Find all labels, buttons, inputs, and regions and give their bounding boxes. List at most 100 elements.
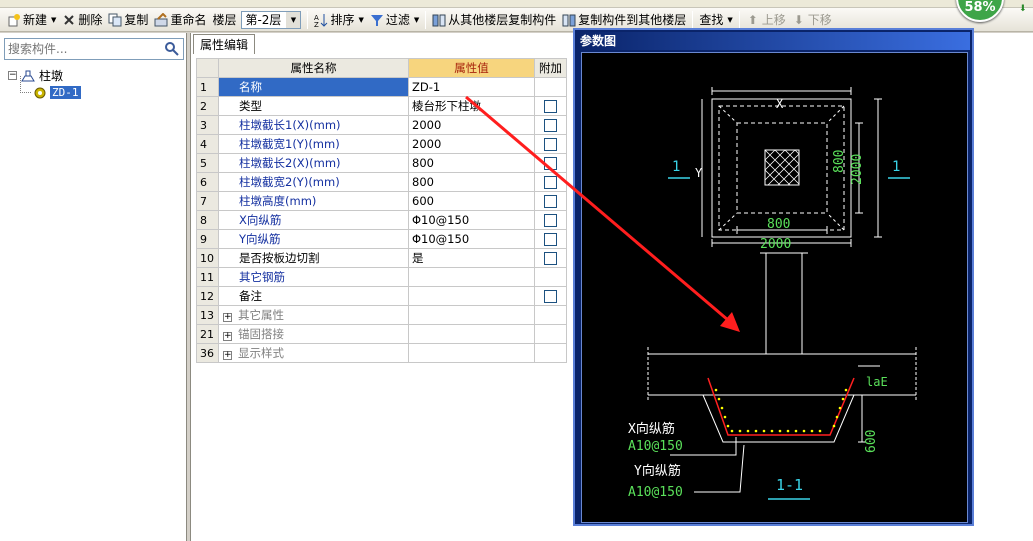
section-mark-left: 1 (672, 159, 681, 175)
property-value[interactable] (408, 286, 535, 306)
property-row[interactable]: 10 是否按板边切割 是 (196, 248, 567, 268)
property-name: + 其它属性 (218, 305, 409, 325)
floor-label: 楼层 (212, 13, 237, 27)
chevron-down-icon[interactable]: ▼ (286, 11, 301, 28)
property-value[interactable] (408, 305, 535, 325)
find-button[interactable]: 查找 ▼ (696, 10, 735, 30)
copy-from-floor-label: 从其他楼层复制构件 (448, 13, 557, 27)
property-row[interactable]: 9 Y向纵筋 Φ10@150 (196, 229, 567, 249)
property-row[interactable]: 2 类型 棱台形下柱墩 (196, 96, 567, 116)
property-extra (534, 134, 567, 154)
property-value[interactable]: 2000 (408, 115, 535, 135)
property-row[interactable]: 1 名称 ZD-1 (196, 77, 567, 97)
property-row[interactable]: 13 + 其它属性 (196, 305, 567, 325)
delete-icon (62, 13, 76, 27)
property-value[interactable]: 2000 (408, 134, 535, 154)
sort-button[interactable]: AZ 排序 ▼ (311, 10, 366, 30)
y-bar-spec: A10@150 (628, 485, 683, 500)
rebar-dot (754, 429, 758, 433)
extra-checkbox[interactable] (544, 214, 557, 227)
expand-icon[interactable]: + (223, 313, 232, 322)
property-row[interactable]: 7 柱墩高度(mm) 600 (196, 191, 567, 211)
copy-from-floor-button[interactable]: 从其他楼层复制构件 (429, 10, 559, 30)
move-down-label: 下移 (807, 13, 832, 27)
extra-checkbox[interactable] (544, 100, 557, 113)
property-value[interactable]: 800 (408, 172, 535, 192)
expand-icon[interactable]: + (223, 332, 232, 341)
new-button[interactable]: 新建 ▼ (4, 10, 59, 30)
move-down-button[interactable]: ⬇ 下移 (789, 10, 835, 30)
extra-checkbox[interactable] (544, 233, 557, 246)
extra-checkbox[interactable] (544, 290, 557, 303)
copy-button[interactable]: 复制 (105, 10, 151, 30)
filter-dropdown-icon[interactable]: ▼ (414, 16, 419, 24)
property-row[interactable]: 11 其它钢筋 (196, 267, 567, 287)
property-name: 柱墩截宽2(Y)(mm) (218, 172, 409, 192)
rebar-dot (832, 424, 836, 428)
property-row[interactable]: 8 X向纵筋 Φ10@150 (196, 210, 567, 230)
section-mark-right: 1 (892, 159, 901, 175)
x-bar-label: X向纵筋 (628, 422, 675, 437)
tree-child-label: ZD-1 (50, 86, 81, 99)
component-search-input[interactable] (5, 39, 155, 59)
property-value[interactable] (408, 324, 535, 344)
property-row[interactable]: 5 柱墩截长2(X)(mm) 800 (196, 153, 567, 173)
property-row[interactable]: 6 柱墩截宽2(Y)(mm) 800 (196, 172, 567, 192)
property-row[interactable]: 4 柱墩截宽1(Y)(mm) 2000 (196, 134, 567, 154)
property-value[interactable] (408, 343, 535, 363)
section-title: 1-1 (776, 476, 804, 494)
filter-button[interactable]: 过滤 ▼ (367, 10, 422, 30)
copy-to-floor-label: 复制构件到其他楼层 (578, 13, 687, 27)
new-dropdown-icon[interactable]: ▼ (51, 16, 56, 24)
tree-node-root[interactable]: − 柱墩 (8, 67, 81, 84)
tree-node-zd1[interactable]: ZD-1 (20, 76, 81, 101)
row-index: 12 (196, 286, 219, 306)
rebar-dot (714, 388, 718, 392)
property-row[interactable]: 36 + 显示样式 (196, 343, 567, 363)
extra-checkbox[interactable] (544, 119, 557, 132)
property-extra (534, 286, 567, 306)
collapse-icon[interactable]: − (8, 71, 17, 80)
property-name: + 显示样式 (218, 343, 409, 363)
y-bar-label: Y向纵筋 (634, 464, 681, 479)
expand-icon[interactable]: + (223, 351, 232, 360)
copy-to-floor-button[interactable]: 复制构件到其他楼层 (559, 10, 689, 30)
rename-label: 重命名 (170, 13, 207, 27)
badge-arrow-icon: ⬇ (1019, 4, 1027, 14)
plan-y-label: Y (695, 166, 703, 180)
extra-checkbox[interactable] (544, 176, 557, 189)
row-index: 7 (196, 191, 219, 211)
property-value[interactable]: Φ10@150 (408, 229, 535, 249)
property-value[interactable]: 是 (408, 248, 535, 268)
property-value[interactable]: 800 (408, 153, 535, 173)
find-dropdown-icon[interactable]: ▼ (727, 16, 732, 24)
property-value[interactable]: 棱台形下柱墩 (408, 96, 535, 116)
property-table: 属性名称 属性值 附加 1 名称 ZD-1 2 类型 棱台形下柱墩 3 柱墩截长1(X)(mm… (196, 58, 567, 363)
sort-dropdown-icon[interactable]: ▼ (358, 16, 363, 24)
search-icon[interactable] (164, 41, 180, 57)
component-tree: − 柱墩 ZD-1 (8, 67, 81, 101)
property-row[interactable]: 3 柱墩截长1(X)(mm) 2000 (196, 115, 567, 135)
property-value[interactable]: 600 (408, 191, 535, 211)
property-extra (534, 77, 567, 97)
property-name-text: 是否按板边切割 (239, 251, 320, 265)
rebar-dot (738, 429, 742, 433)
extra-checkbox[interactable] (544, 157, 557, 170)
extra-checkbox[interactable] (544, 252, 557, 265)
rename-button[interactable]: 重命名 (151, 10, 209, 30)
x-bar-spec: A10@150 (628, 439, 683, 454)
property-name-text: 名称 (239, 80, 262, 94)
property-row[interactable]: 12 备注 (196, 286, 567, 306)
tab-property-edit[interactable]: 属性编辑 (193, 34, 256, 54)
delete-button[interactable]: 删除 (59, 10, 105, 30)
property-row[interactable]: 21 + 锚固搭接 (196, 324, 567, 344)
property-value[interactable]: ZD-1 (408, 77, 535, 97)
extra-checkbox[interactable] (544, 138, 557, 151)
move-up-button[interactable]: ⬆ 上移 (743, 10, 789, 30)
property-value[interactable]: Φ10@150 (408, 210, 535, 230)
floor-select[interactable]: 第-2层 ▼ (241, 10, 302, 29)
move-up-label: 上移 (761, 13, 786, 27)
property-value[interactable] (408, 267, 535, 287)
extra-checkbox[interactable] (544, 195, 557, 208)
tree-root-label: 柱墩 (39, 69, 64, 83)
